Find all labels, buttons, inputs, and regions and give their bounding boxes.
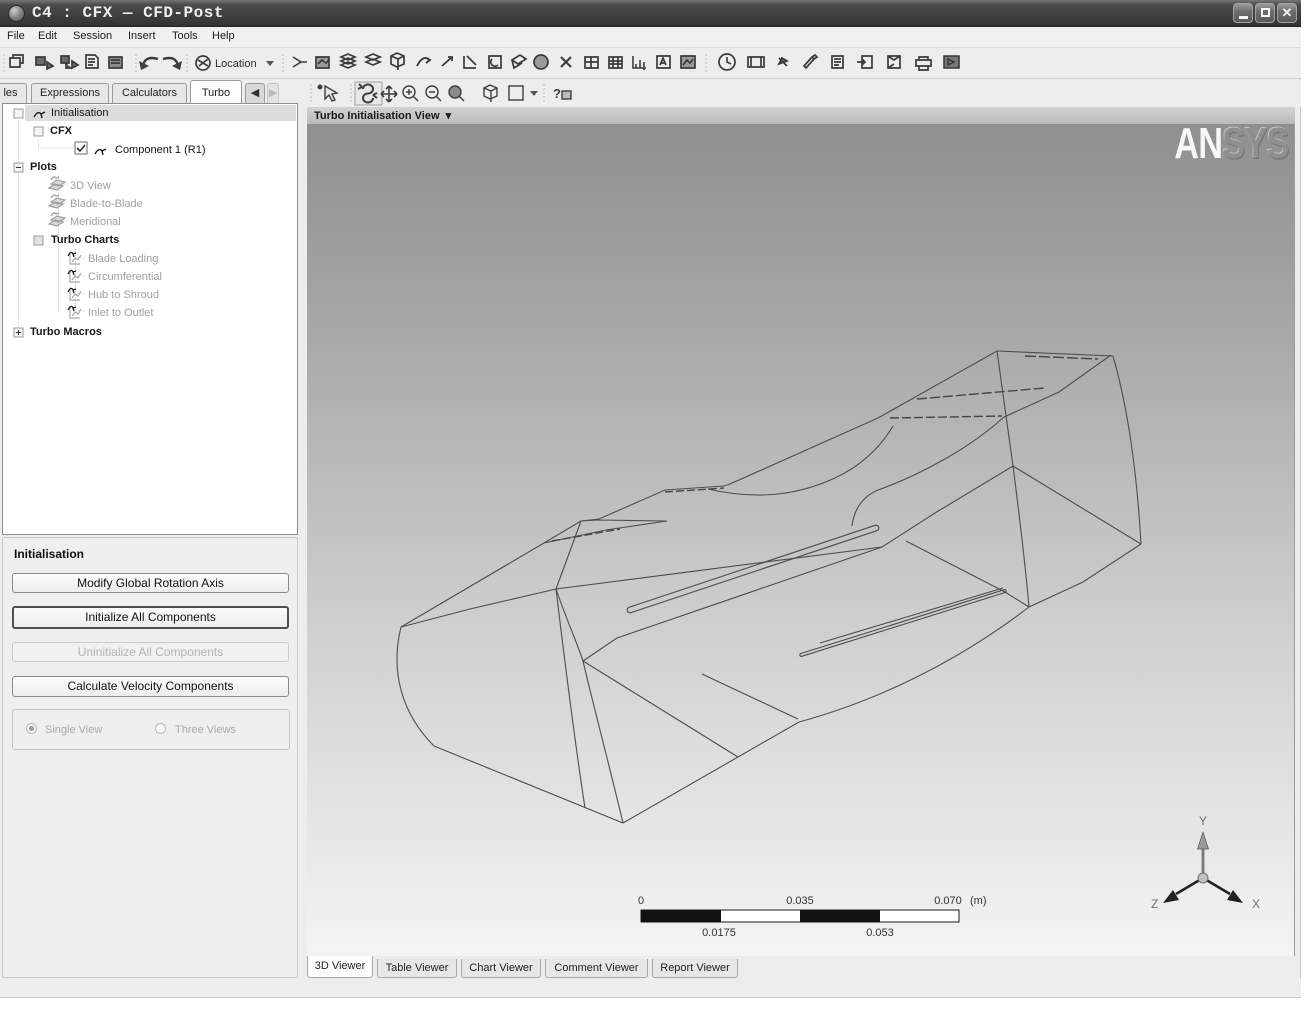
svg-text:Z: Z (1151, 897, 1158, 911)
svg-text:0.070: 0.070 (934, 895, 962, 907)
svg-text:?: ? (553, 86, 561, 101)
svg-text:X: X (1252, 897, 1260, 911)
svg-text:Y: Y (1199, 814, 1207, 828)
svg-text:0.035: 0.035 (786, 895, 814, 907)
svg-text:(m): (m) (970, 895, 987, 907)
svg-text:0: 0 (638, 895, 644, 907)
svg-text:0.053: 0.053 (866, 927, 894, 939)
svg-text:Location: Location (215, 58, 257, 70)
svg-text:0.0175: 0.0175 (702, 927, 736, 939)
